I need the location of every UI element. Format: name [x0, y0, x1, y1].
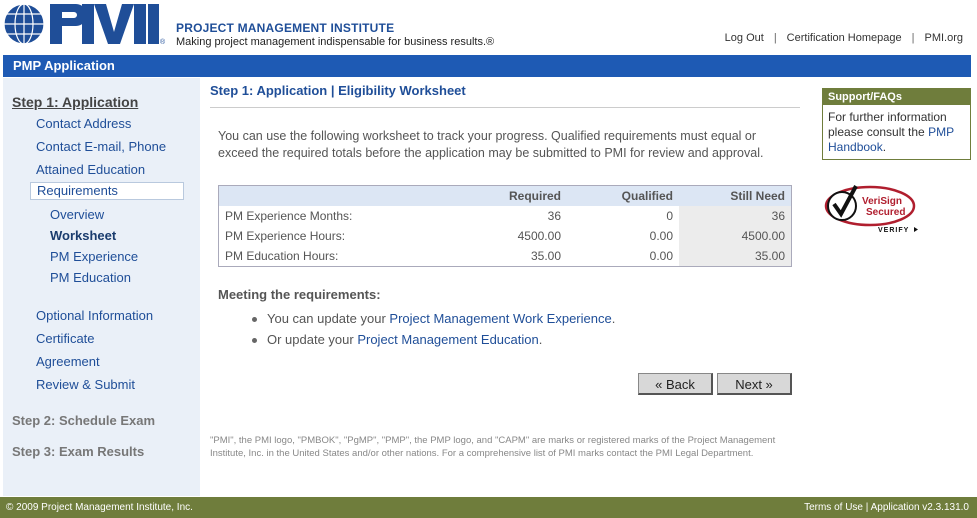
table-header-still-need: Still Need — [679, 185, 792, 206]
nav-certificate[interactable]: Certificate — [36, 331, 95, 346]
svg-text:®: ® — [160, 38, 166, 46]
nav-agreement[interactable]: Agreement — [36, 354, 100, 369]
education-link[interactable]: Project Management Education — [357, 332, 538, 347]
nav-sub-worksheet[interactable]: Worksheet — [50, 228, 116, 243]
verisign-secured-text: Secured — [866, 207, 905, 218]
nav-sub-pm-education[interactable]: PM Education — [50, 270, 131, 285]
bullet-text: You can update your — [267, 311, 390, 326]
nav-step3-exam-results: Step 3: Exam Results — [12, 444, 145, 459]
table-row: PM Education Hours: 35.00 0.00 35.00 — [219, 246, 792, 267]
org-name: PROJECT MANAGEMENT INSTITUTE — [176, 21, 395, 35]
table-row: PM Experience Months: 36 0 36 — [219, 206, 792, 226]
cell-still-need: 35.00 — [679, 246, 792, 267]
verisign-badge[interactable]: VeriSign Secured VERIFY — [822, 182, 922, 238]
table-header-row: Required Qualified Still Need — [218, 185, 792, 206]
bullet-suffix: . — [611, 311, 616, 326]
org-block: PROJECT MANAGEMENT INSTITUTE Making proj… — [176, 21, 494, 48]
support-box: Support/FAQs For further information ple… — [822, 88, 971, 160]
left-nav: Step 1: Application Contact Address Cont… — [3, 78, 200, 496]
nav-review-submit[interactable]: Review & Submit — [36, 377, 135, 392]
app-title: PMP Application — [13, 58, 115, 73]
certification-homepage-link[interactable]: Certification Homepage — [787, 32, 902, 44]
cell-required: 4500.00 — [517, 229, 561, 243]
footer: © 2009 Project Management Institute, Inc… — [0, 497, 977, 518]
top-links: Log Out | Certification Homepage | PMI.org — [725, 32, 963, 44]
next-button[interactable]: Next » — [717, 373, 792, 395]
cell-still-need: 36 — [679, 206, 792, 226]
header: ® PROJECT MANAGEMENT INSTITUTE Making pr… — [0, 0, 977, 54]
back-button[interactable]: « Back — [638, 373, 713, 395]
row-label: PM Education Hours: — [225, 249, 339, 263]
pmi-org-link[interactable]: PMI.org — [924, 32, 963, 44]
bullet-icon — [252, 317, 257, 323]
table-row: PM Experience Hours: 4500.00 0.00 4500.0… — [219, 226, 792, 246]
nav-step1-application[interactable]: Step 1: Application — [12, 94, 138, 110]
cell-still-need: 4500.00 — [679, 226, 792, 246]
cell-qualified: 0.00 — [649, 229, 673, 243]
title-divider — [210, 107, 800, 108]
org-tagline: Making project management indispensable … — [176, 36, 495, 48]
nav-attained-education[interactable]: Attained Education — [36, 162, 145, 177]
cell-required: 35.00 — [530, 249, 561, 263]
app-title-bar: PMP Application — [3, 55, 971, 77]
verify-arrow-icon — [914, 227, 918, 232]
footer-links[interactable]: Terms of Use | Application v2.3.131.0 — [804, 497, 969, 518]
verisign-text: VeriSign — [862, 196, 902, 207]
nav-contact-address[interactable]: Contact Address — [36, 116, 131, 131]
table-header — [218, 185, 455, 206]
bullet-suffix: . — [538, 332, 543, 347]
nav-optional-information[interactable]: Optional Information — [36, 308, 153, 323]
cell-qualified: 0.00 — [649, 249, 673, 263]
work-experience-link[interactable]: Project Management Work Experience — [389, 311, 611, 326]
intro-text: You can use the following worksheet to t… — [218, 129, 764, 160]
list-item: Or update your Project Management Educat… — [252, 332, 615, 353]
support-body: For further information please consult t… — [823, 105, 970, 155]
bullet-icon — [252, 338, 257, 344]
page-title: Step 1: Application | Eligibility Worksh… — [210, 83, 466, 98]
eligibility-table: Required Qualified Still Need PM Experie… — [218, 185, 792, 267]
table-header-qualified: Qualified — [567, 185, 679, 206]
verisign-verify-text: VERIFY — [878, 227, 909, 234]
nav-contact-email-phone[interactable]: Contact E-mail, Phone — [36, 139, 166, 154]
separator: | — [773, 32, 777, 44]
nav-sub-overview[interactable]: Overview — [50, 207, 104, 222]
cell-qualified: 0 — [666, 209, 673, 223]
logout-link[interactable]: Log Out — [725, 32, 764, 44]
row-label: PM Experience Hours: — [225, 229, 346, 243]
support-suffix: . — [882, 140, 887, 154]
pmi-logo[interactable]: ® — [2, 2, 167, 46]
trademark-footnote: "PMI", the PMI logo, "PMBOK", "PgMP", "P… — [210, 435, 776, 459]
requirements-bullets: You can update your Project Management W… — [252, 311, 615, 353]
row-label: PM Experience Months: — [225, 209, 353, 223]
nav-step2-schedule-exam: Step 2: Schedule Exam — [12, 413, 156, 428]
separator: | — [911, 32, 915, 44]
nav-requirements[interactable]: Requirements — [30, 182, 184, 200]
meeting-requirements-heading: Meeting the requirements: — [218, 287, 381, 302]
table-header-required: Required — [455, 185, 567, 206]
list-item: You can update your Project Management W… — [252, 311, 615, 332]
footer-copyright: © 2009 Project Management Institute, Inc… — [6, 502, 193, 513]
support-heading: Support/FAQs — [823, 89, 970, 105]
bullet-text: Or update your — [267, 332, 358, 347]
cell-required: 36 — [547, 209, 561, 223]
nav-sub-pm-experience[interactable]: PM Experience — [50, 249, 138, 264]
